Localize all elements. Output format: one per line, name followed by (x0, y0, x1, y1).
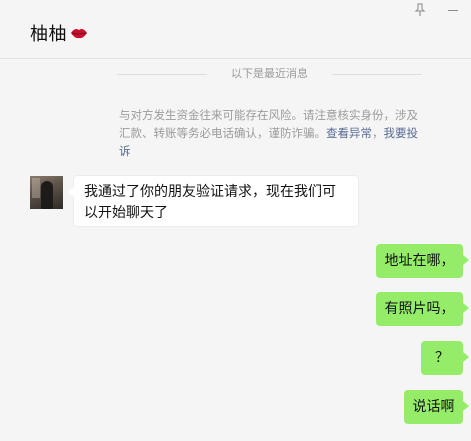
check-exception-link[interactable]: 查看异常 (326, 126, 372, 140)
warning-comma: ， (372, 126, 384, 140)
outgoing-message[interactable]: 说话啊 (404, 390, 469, 424)
contact-name: 柚柚 (30, 24, 67, 45)
separator-line-right (332, 74, 422, 75)
risk-warning: 与对方发生资金往来可能存在风险。请注意核实身份，涉及汇款、转账等务必电话确认，谨… (119, 106, 429, 160)
outgoing-message[interactable]: ？ (421, 341, 469, 375)
chat-title[interactable]: 柚柚 (30, 20, 88, 46)
incoming-message[interactable]: 我通过了你的朋友验证请求，现在我们可以开始聊天了 (68, 175, 359, 227)
pin-icon[interactable] (414, 3, 426, 17)
recent-messages-separator: 以下是最近消息 (117, 66, 422, 82)
outgoing-message[interactable]: 有照片吗， (376, 292, 469, 326)
outgoing-message[interactable]: 地址在哪， (376, 244, 469, 278)
contact-avatar[interactable] (30, 176, 63, 209)
minimize-icon[interactable] (448, 10, 458, 11)
lips-icon (71, 29, 87, 39)
chat-header: 柚柚 (0, 0, 471, 59)
